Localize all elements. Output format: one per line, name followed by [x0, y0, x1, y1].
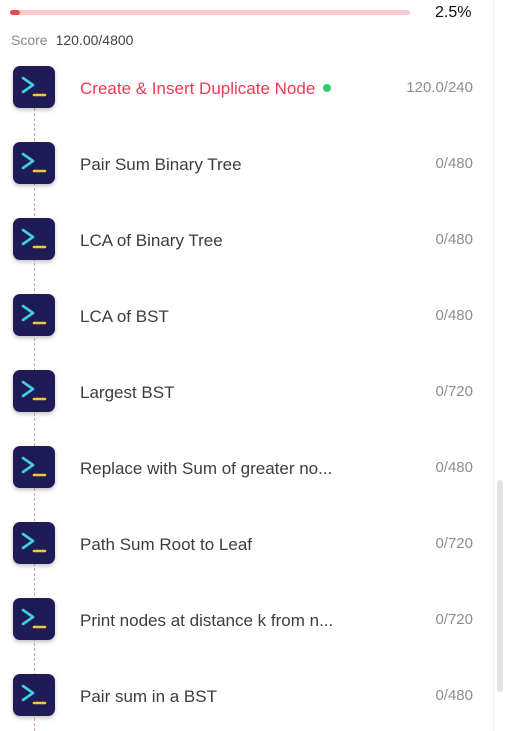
problem-item[interactable]: Replace with Sum of greater no... 0/480	[0, 431, 490, 507]
problem-title[interactable]: Pair sum in a BST	[80, 687, 217, 707]
problem-item[interactable]: Largest BST 0/720	[0, 355, 490, 431]
problem-score: 0/480	[435, 459, 473, 476]
scrollbar[interactable]	[493, 0, 507, 731]
scrollbar-thumb[interactable]	[497, 480, 503, 692]
problem-title[interactable]: Replace with Sum of greater no...	[80, 459, 332, 479]
problem-item[interactable]: LCA of Binary Tree 0/480	[0, 203, 490, 279]
problem-score: 0/480	[435, 155, 473, 172]
problem-title[interactable]: LCA of BST	[80, 307, 169, 327]
problem-item[interactable]: Print nodes at distance k from n... 0/72…	[0, 583, 490, 659]
problem-item[interactable]: Pair sum in a BST 0/480	[0, 659, 490, 731]
problem-item[interactable]: LCA of BST 0/480	[0, 279, 490, 355]
terminal-icon	[13, 446, 55, 488]
problem-score: 0/480	[435, 231, 473, 248]
progress-percent: 2.5%	[435, 4, 472, 21]
terminal-icon	[13, 674, 55, 716]
problem-item[interactable]: Pair Sum Binary Tree 0/480	[0, 127, 490, 203]
problem-title[interactable]: LCA of Binary Tree	[80, 231, 223, 251]
problem-title[interactable]: Path Sum Root to Leaf	[80, 535, 252, 555]
problem-title-text: Create & Insert Duplicate Node	[80, 79, 316, 98]
problem-item[interactable]: Create & Insert Duplicate Node 120.0/240	[0, 51, 490, 127]
terminal-icon	[13, 294, 55, 336]
problem-score: 0/720	[435, 383, 473, 400]
problem-score: 0/480	[435, 307, 473, 324]
problem-list: Create & Insert Duplicate Node 120.0/240…	[0, 51, 490, 731]
status-dot-icon	[323, 84, 332, 92]
score-value: 120.00/4800	[55, 32, 134, 48]
progress-bar-fill	[10, 10, 20, 15]
terminal-icon	[13, 598, 55, 640]
problem-title[interactable]: Pair Sum Binary Tree	[80, 155, 242, 175]
terminal-icon	[13, 66, 55, 108]
problem-score: 120.0/240	[406, 79, 473, 96]
problem-title[interactable]: Largest BST	[80, 383, 175, 403]
problem-title[interactable]: Create & Insert Duplicate Node	[80, 79, 332, 99]
problem-score: 0/720	[435, 611, 473, 628]
terminal-icon	[13, 218, 55, 260]
problem-score: 0/480	[435, 687, 473, 704]
terminal-icon	[13, 142, 55, 184]
terminal-icon	[13, 370, 55, 412]
problem-list-panel: 2.5% Score 120.00/4800 Create & Insert Du…	[0, 0, 507, 731]
progress-bar	[10, 10, 410, 15]
problem-title[interactable]: Print nodes at distance k from n...	[80, 611, 333, 631]
terminal-icon	[13, 522, 55, 564]
problem-score: 0/720	[435, 535, 473, 552]
problem-item[interactable]: Path Sum Root to Leaf 0/720	[0, 507, 490, 583]
score-label: Score	[11, 32, 48, 48]
score-summary: Score 120.00/4800	[11, 32, 133, 48]
